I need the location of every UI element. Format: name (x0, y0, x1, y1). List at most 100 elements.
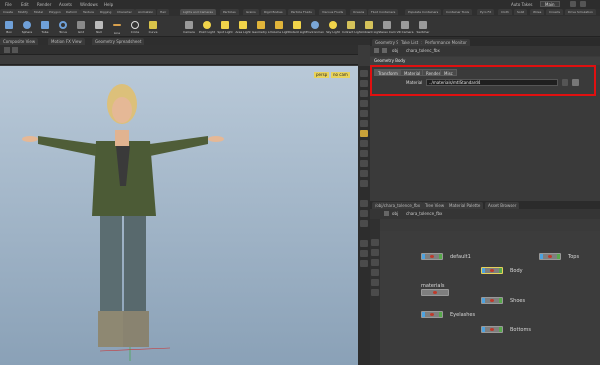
side-tool-16[interactable] (360, 240, 368, 247)
shelf-tab-polygon[interactable]: Polygon (46, 9, 64, 15)
network-path-root[interactable]: obj (392, 211, 398, 216)
persp-badge[interactable]: persp (314, 72, 330, 78)
side-tool-15[interactable] (360, 220, 368, 227)
net-tool-6[interactable] (371, 289, 379, 296)
menu-file[interactable]: File (2, 2, 15, 8)
shelf-tab-rigging[interactable]: Rigging (97, 9, 115, 15)
shelf-tab-viscous-fluids[interactable]: Viscous Fluids (319, 9, 347, 15)
side-tool-7[interactable] (360, 130, 368, 137)
tab-composite-view[interactable]: Composite View (0, 38, 39, 45)
shelf-tab-particle-fluids[interactable]: Particle Fluids (288, 9, 315, 15)
back-icon[interactable] (374, 48, 379, 53)
node-label-body: Body (510, 268, 523, 274)
menu-render[interactable]: Render (34, 2, 54, 8)
side-tool-2[interactable] (360, 80, 368, 87)
back-icon[interactable] (384, 211, 389, 216)
net-tool-2[interactable] (371, 249, 379, 256)
tab-geometry-spreadsheet[interactable]: Geometry Spreadsheet (92, 38, 145, 45)
net-tool-1[interactable] (371, 239, 379, 246)
side-tool-12[interactable] (360, 180, 368, 187)
shelf-tab-deform[interactable]: Deform (63, 9, 81, 15)
net-tool-4[interactable] (371, 269, 379, 276)
node-materials[interactable] (421, 289, 449, 296)
side-tool-6[interactable] (360, 120, 368, 127)
net-tool-5[interactable] (371, 279, 379, 286)
forward-icon[interactable] (12, 47, 18, 53)
tab-motion-fx-view[interactable]: Motion FX View (48, 38, 85, 45)
net-tool-3[interactable] (371, 259, 379, 266)
menu-edit[interactable]: Edit (18, 2, 32, 8)
path-root[interactable]: obj (392, 48, 398, 53)
shelf-tab-model[interactable]: Model (31, 9, 47, 15)
gear-icon[interactable] (570, 1, 576, 7)
network-path-node[interactable]: chara_tolence_fbx (406, 211, 442, 216)
side-tool-4[interactable] (360, 100, 368, 107)
side-tool-3[interactable] (360, 90, 368, 97)
menu-assets[interactable]: Assets (56, 2, 75, 8)
auto-takes-label[interactable]: Auto Takes (508, 2, 536, 8)
shelf-tab-rigid-bodies[interactable]: Rigid Bodies (261, 9, 286, 15)
tab-material-palette[interactable]: Material Palette (446, 202, 484, 209)
side-tool-8[interactable] (360, 140, 368, 147)
shelf-tab-fluid-containers[interactable]: Fluid Containers (368, 9, 399, 15)
shelf-tab-pyro[interactable]: Pyro FX (477, 9, 495, 15)
shelf-tab-texture[interactable]: Texture (80, 9, 97, 15)
camera-badge[interactable]: no cam (331, 72, 350, 78)
menu-help[interactable]: Help (101, 2, 116, 8)
shelf-tab-lights[interactable]: Lights and Cameras (180, 9, 216, 15)
tab-performance-monitor[interactable]: Performance Monitor (422, 39, 470, 46)
ambient-light-icon (365, 21, 373, 29)
node-label-tops: Tops (568, 254, 580, 260)
box-icon (5, 21, 13, 29)
tab-take-list[interactable]: Take List (398, 39, 422, 46)
side-tool-9[interactable] (360, 150, 368, 157)
shelf-tab-wires[interactable]: Wires (530, 9, 545, 15)
shelf-tab-solid[interactable]: Solid (514, 9, 528, 15)
side-tool-10[interactable] (360, 160, 368, 167)
shelf-tab-particles[interactable]: Particles (220, 9, 239, 15)
node-shoes[interactable] (481, 297, 503, 304)
side-tool-18[interactable] (360, 260, 368, 267)
shelf-tab-grains[interactable]: Grains (243, 9, 259, 15)
tab-asset-browser[interactable]: Asset Browser (485, 202, 520, 209)
tab-network-path[interactable]: /obj/chara_tolence_fbx (372, 202, 424, 209)
scene-viewport[interactable] (0, 66, 358, 365)
shelf-tab-animation[interactable]: Animation (135, 9, 157, 15)
side-tool-11[interactable] (360, 170, 368, 177)
shelf-tab-crowds[interactable]: Crowds (546, 9, 564, 15)
parameter-tabs: Geometry Spreadsheet Take List Performan… (370, 38, 600, 46)
menu-windows[interactable]: Windows (77, 2, 101, 8)
forward-icon[interactable] (382, 48, 387, 53)
side-tool-14[interactable] (360, 210, 368, 217)
side-tool-17[interactable] (360, 250, 368, 257)
shelf-tab-populate[interactable]: Populate Containers (405, 9, 442, 15)
shelf-toolbar: Create Modify Model Polygon Deform Textu… (0, 9, 600, 37)
shelf-tab-character[interactable]: Character (114, 9, 135, 15)
node-bottoms[interactable] (481, 326, 503, 333)
back-icon[interactable] (4, 47, 10, 53)
path-node[interactable]: chara_tolenc_fbx (406, 48, 440, 53)
node-default1[interactable] (421, 253, 443, 260)
node-eyelashes[interactable] (421, 311, 443, 318)
shelf-tab-hair[interactable]: Hair (157, 9, 170, 15)
geometry-light-icon (257, 21, 265, 29)
layout-icon[interactable] (580, 1, 586, 7)
shelf-tab-drive-sim[interactable]: Drive Simulation (565, 9, 596, 15)
node-body[interactable] (481, 267, 503, 274)
side-tool-13[interactable] (360, 200, 368, 207)
network-side-toolbar (370, 219, 380, 365)
node-tops[interactable] (539, 253, 561, 260)
shelf-tab-cloth[interactable]: Cloth (498, 9, 512, 15)
stereo-camera-icon (383, 21, 391, 29)
spot-light-icon (221, 21, 229, 29)
shelf-tab-oceans[interactable]: Oceans (350, 9, 368, 15)
shelf-tab-container-tools[interactable]: Container Tools (443, 9, 473, 15)
tube-icon (41, 21, 49, 29)
desktop-selector[interactable]: Main (540, 1, 560, 7)
tab-tree-view[interactable]: Tree View (422, 202, 448, 209)
shelf-tab-create[interactable]: Create (0, 9, 16, 15)
side-tool-1[interactable] (360, 70, 368, 77)
shelf-tabs-right: Lights and Cameras Particles Grains Rigi… (180, 9, 600, 16)
shelf-tab-modify[interactable]: Modify (15, 9, 31, 15)
side-tool-5[interactable] (360, 110, 368, 117)
